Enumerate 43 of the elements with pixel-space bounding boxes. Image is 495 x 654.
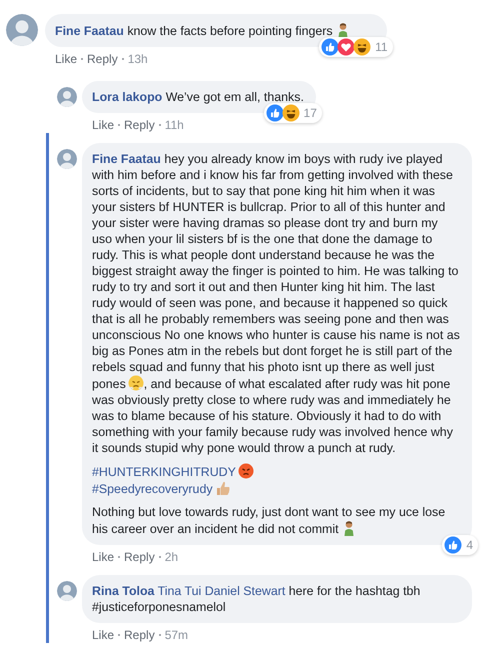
reaction-count[interactable]: 17 [264, 103, 322, 123]
like-link[interactable]: Like [92, 628, 114, 642]
laughing-face-icon [282, 104, 300, 122]
avatar [6, 14, 38, 46]
reply-link[interactable]: Reply [124, 628, 155, 642]
reaction-count[interactable]: 4 [442, 535, 478, 555]
laughing-face-icon [353, 38, 372, 56]
hashtag-link[interactable]: #Speedyrecoveryrudy [92, 482, 213, 496]
timestamp[interactable]: 11h [164, 118, 184, 132]
reply-link[interactable]: Reply [124, 550, 155, 564]
like-reaction-icon [321, 38, 340, 56]
frowning-face-icon [128, 375, 144, 391]
count-text: 4 [466, 537, 473, 553]
comment-text: Fine Faatau hey you already know im boys with rudy ive played with him before and i know his far from getting involved with these sorts of incidents, but to say that pone king hit him when it was your sisters bf HUNTER is bullcrap. Prior to all of this hunter and your sister were having dramas so please dont try and burn my uso when your lil sisters bf is the one that done the damage to rudy. This is what people dont understand because he was the biggest straight away the finger is pointed to him. He was talking to rudy to try and sort it out and then Hunter king hit him. The last rudy would of seen was pone, and because it happened so quick that is all he probably remembers was seeing pone and then was unconscious No one knows who hunter is cause his name is not as big as Pones atm in the rebels but dont forget he is still part of the rebels squad and funny that his photo isnt up there as well just pones , and because of what escalated after rudy was hit pone was obviously pretty close to where rudy was and immediately he was to blame because of his stature. Obviously it had to do with something with your family because rudy was involved hence why it sounds stupid why pone would throw a punch at rudy. [92, 151, 460, 456]
like-reaction-icon [266, 104, 284, 122]
timestamp[interactable]: 57m [164, 628, 188, 642]
like-reaction-icon [444, 536, 462, 554]
angry-face-icon [238, 463, 254, 479]
avatar [57, 581, 77, 601]
thumbs-up-icon [214, 480, 231, 496]
timestamp[interactable]: 13h [128, 52, 148, 66]
like-link[interactable]: Like [92, 118, 114, 132]
comment-text: Rina Toloa Tina Tui Daniel Stewart here for the hashtag tbh #justiceforponesnamelol [92, 583, 422, 615]
mention-link[interactable]: Tina Tui Daniel Stewart [158, 584, 286, 598]
author-name[interactable]: Fine Faatau [55, 24, 124, 38]
avatar [57, 149, 77, 169]
heart-reaction-icon [337, 38, 356, 56]
hashtag-link[interactable]: #HUNTERKINGHITRUDY [92, 465, 236, 479]
author-name[interactable]: Rina Toloa [92, 584, 154, 598]
comment-text: Fine Faatau know the facts before pointing fingers [55, 22, 351, 39]
like-link[interactable]: Like [92, 550, 114, 564]
reply-link[interactable]: Reply [124, 118, 155, 132]
comment-text: Lora lakopo We’ve got em all, thanks. [92, 89, 304, 105]
reaction-count[interactable]: 11 [319, 37, 393, 57]
count-text: 11 [375, 39, 388, 55]
author-name[interactable]: Fine Faatau [92, 152, 161, 166]
like-link[interactable]: Like [55, 52, 78, 66]
author-name[interactable]: Lora lakopo [92, 90, 162, 104]
comment-text: Nothing but love towards rudy, just dont want to see my uce lose his career over an incident he did not commit [92, 504, 446, 537]
count-text: 17 [304, 105, 317, 121]
avatar [57, 87, 77, 107]
timestamp[interactable]: 2h [164, 550, 178, 564]
reply-link[interactable]: Reply [87, 52, 118, 66]
